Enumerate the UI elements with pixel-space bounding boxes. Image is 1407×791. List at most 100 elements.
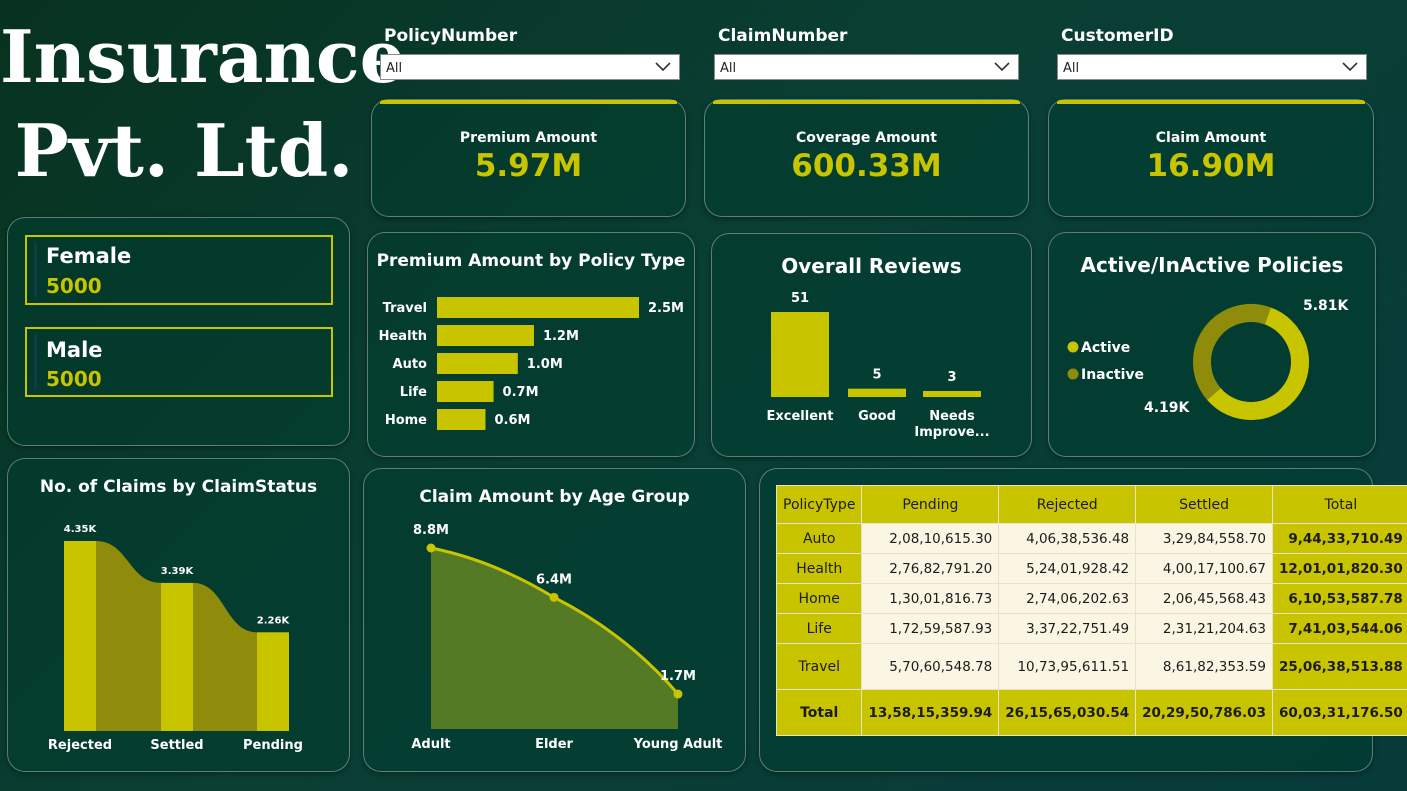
data-label: 1.2M <box>543 329 579 344</box>
data-label: 0.7M <box>503 385 539 400</box>
gender-name: Male <box>46 338 103 362</box>
legend-marker <box>1067 341 1079 353</box>
bar <box>437 409 486 430</box>
customer-id-dropdown[interactable]: All <box>1057 54 1367 80</box>
category-label: Life <box>400 385 427 400</box>
row-total: 6,10,53,587.78 <box>1271 583 1407 614</box>
row-header: Health <box>775 553 863 584</box>
total-cell: 60,03,31,176.50 <box>1271 689 1407 736</box>
gender-accent <box>34 243 37 297</box>
kpi-label: Premium Amount <box>459 130 598 146</box>
column-header[interactable]: PolicyType <box>775 485 863 524</box>
dropdown-value: All <box>1063 61 1080 76</box>
brand-line-1: Insurance <box>0 14 406 99</box>
donut-slice <box>1207 307 1309 420</box>
legend-label: Inactive <box>1081 367 1144 383</box>
data-label: 4.19K <box>1144 400 1191 416</box>
ribbon <box>193 582 257 731</box>
bar <box>64 541 96 731</box>
policy-number-dropdown[interactable]: All <box>380 54 680 80</box>
kpi-value: 5.97M <box>474 148 583 184</box>
claims-matrix-table: PolicyType Pending Rejected Settled Tota… <box>775 485 1407 736</box>
data-point <box>549 592 559 602</box>
table-header-row: PolicyType Pending Rejected Settled Tota… <box>775 485 1407 524</box>
category-label: Travel <box>383 301 427 316</box>
bar <box>923 391 981 397</box>
kpi-card-premium: Premium Amount 5.97M <box>371 99 686 217</box>
row-total: 12,01,01,820.30 <box>1271 553 1407 584</box>
legend-marker <box>1067 368 1079 380</box>
category-label: Elder <box>535 737 573 752</box>
table-cell: 1,30,01,816.73 <box>861 583 1000 614</box>
ribbon <box>96 541 161 731</box>
category-label: Good <box>858 409 896 424</box>
active-inactive-card: Active/InActive Policies 5.81K 4.19K Activ… <box>1048 232 1376 457</box>
total-cell: 20,29,50,786.03 <box>1135 689 1273 736</box>
overall-reviews-card: Overall Reviews 51 Excellent 5 Good 3 Needs Im… <box>711 233 1032 457</box>
table-cell: 2,06,45,568.43 <box>1135 583 1273 614</box>
column-header[interactable]: Settled <box>1135 485 1273 524</box>
row-header: Travel <box>775 643 863 690</box>
table-cell: 4,06,38,536.48 <box>998 523 1137 554</box>
claims-by-status-chart: 4.35K Rejected 3.39K Settled 2.26K Pending <box>48 524 303 753</box>
kpi-accent-bar <box>713 100 1020 104</box>
kpi-value: 16.90M <box>1146 148 1276 184</box>
claim-number-dropdown[interactable]: All <box>714 54 1019 80</box>
data-point <box>426 543 436 553</box>
bar <box>437 353 518 374</box>
category-label: Adult <box>411 737 450 752</box>
table-row: Health 2,76,82,791.20 5,24,01,928.42 4,0… <box>775 553 1407 584</box>
row-total: 7,41,03,544.06 <box>1271 613 1407 644</box>
category-label: Young Adult <box>633 737 723 752</box>
data-label: 0.6M <box>494 413 530 428</box>
brand-line-2: Pvt. Ltd. <box>14 108 354 193</box>
gender-card: Female 5000 Male 5000 <box>7 217 350 446</box>
category-label: Pending <box>243 738 303 753</box>
slicer-label: ClaimNumber <box>718 26 848 46</box>
data-label: 4.35K <box>64 524 98 535</box>
overall-reviews-chart: 51 Excellent 5 Good 3 NeedsImprove... <box>767 291 990 440</box>
table-cell: 2,74,06,202.63 <box>998 583 1137 614</box>
table-row: Auto 2,08,10,615.30 4,06,38,536.48 3,29,… <box>775 523 1407 554</box>
data-label: 2.5M <box>648 301 684 316</box>
kpi-card-coverage: Coverage Amount 600.33M <box>704 99 1029 217</box>
kpi-accent-bar <box>380 100 677 104</box>
column-header[interactable]: Total <box>1271 485 1407 524</box>
total-cell: 26,15,65,030.54 <box>998 689 1137 736</box>
gender-count: 5000 <box>46 274 102 298</box>
table-cell: 2,76,82,791.20 <box>861 553 1000 584</box>
chevron-down-icon <box>655 62 671 72</box>
claim-by-age-card: Claim Amount by Age Group 8.8M Adult 6.4M E… <box>363 468 746 772</box>
column-header[interactable]: Pending <box>861 485 1000 524</box>
slicer-policy-number[interactable]: PolicyNumber All <box>380 24 680 82</box>
donut-slice <box>1193 304 1271 400</box>
slicer-customer-id[interactable]: CustomerID All <box>1057 24 1367 82</box>
bar <box>257 632 289 731</box>
claim-by-age-chart: 8.8M Adult 6.4M Elder 1.7M Young Adult <box>411 523 723 752</box>
gender-card-female[interactable]: Female 5000 <box>25 235 333 305</box>
slicer-claim-number[interactable]: ClaimNumber All <box>714 24 1019 82</box>
category-label: Settled <box>150 738 203 753</box>
category-label: Rejected <box>48 738 112 753</box>
bar <box>437 297 639 318</box>
category-label: Home <box>385 413 427 428</box>
dropdown-value: All <box>386 61 403 76</box>
table-total-row: Total 13,58,15,359.94 26,15,65,030.54 20… <box>775 689 1407 736</box>
slicer-label: CustomerID <box>1061 26 1174 46</box>
bar <box>161 582 193 731</box>
column-header[interactable]: Rejected <box>998 485 1137 524</box>
bar <box>437 325 534 346</box>
row-total: 25,06,38,513.88 <box>1271 643 1407 690</box>
gender-name: Female <box>46 244 132 268</box>
row-header: Auto <box>775 523 863 554</box>
kpi-value: 600.33M <box>791 148 942 184</box>
category-label: Auto <box>393 357 428 372</box>
table-cell: 3,29,84,558.70 <box>1135 523 1273 554</box>
gender-card-male[interactable]: Male 5000 <box>25 327 333 397</box>
slicer-label: PolicyNumber <box>384 26 518 46</box>
table-cell: 8,61,82,353.59 <box>1135 643 1273 690</box>
kpi-card-claim: Claim Amount 16.90M <box>1048 99 1374 217</box>
category-label: Excellent <box>767 409 834 424</box>
data-point <box>673 689 683 699</box>
data-label: 6.4M <box>536 572 572 587</box>
